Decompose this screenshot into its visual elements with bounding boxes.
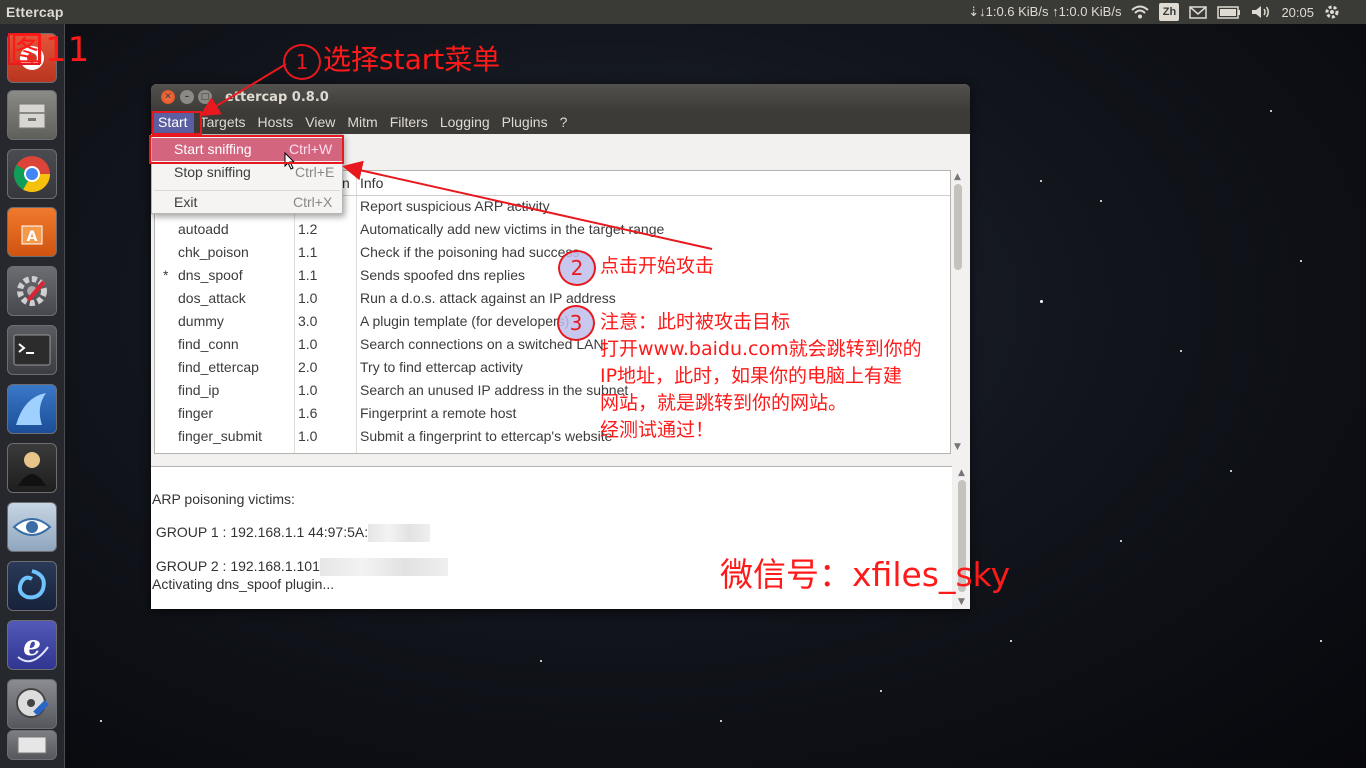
step3-line: 网站，就是跳转到你的网站。 bbox=[600, 392, 848, 414]
highlight-start-menu bbox=[152, 111, 202, 135]
wechat-watermark: 微信号：xfiles_sky bbox=[720, 555, 1011, 594]
step1-circle: 1 bbox=[283, 44, 321, 80]
highlight-start-sniffing bbox=[149, 135, 344, 164]
step3-line: 经测试通过！ bbox=[600, 419, 715, 441]
step3-note: 注意：此时被攻击目标 打开www.baidu.com就会跳转到你的 IP地址，此… bbox=[600, 309, 922, 444]
arrow-step2 bbox=[342, 160, 713, 250]
step2-text: 点击开始攻击 bbox=[600, 255, 715, 277]
step3-line: 注意：此时被攻击目标 bbox=[600, 311, 791, 333]
step3-circle: 3 bbox=[557, 305, 595, 341]
step2-circle: 2 bbox=[558, 250, 596, 286]
step3-line: IP地址，此时，如果你的电脑上有建 bbox=[600, 365, 903, 387]
step1-text: 选择start菜单 bbox=[323, 43, 501, 76]
arrow-step1 bbox=[199, 63, 287, 117]
figure-label: 图11 bbox=[10, 30, 91, 70]
step3-line: 打开www.baidu.com就会跳转到你的 bbox=[600, 338, 922, 360]
